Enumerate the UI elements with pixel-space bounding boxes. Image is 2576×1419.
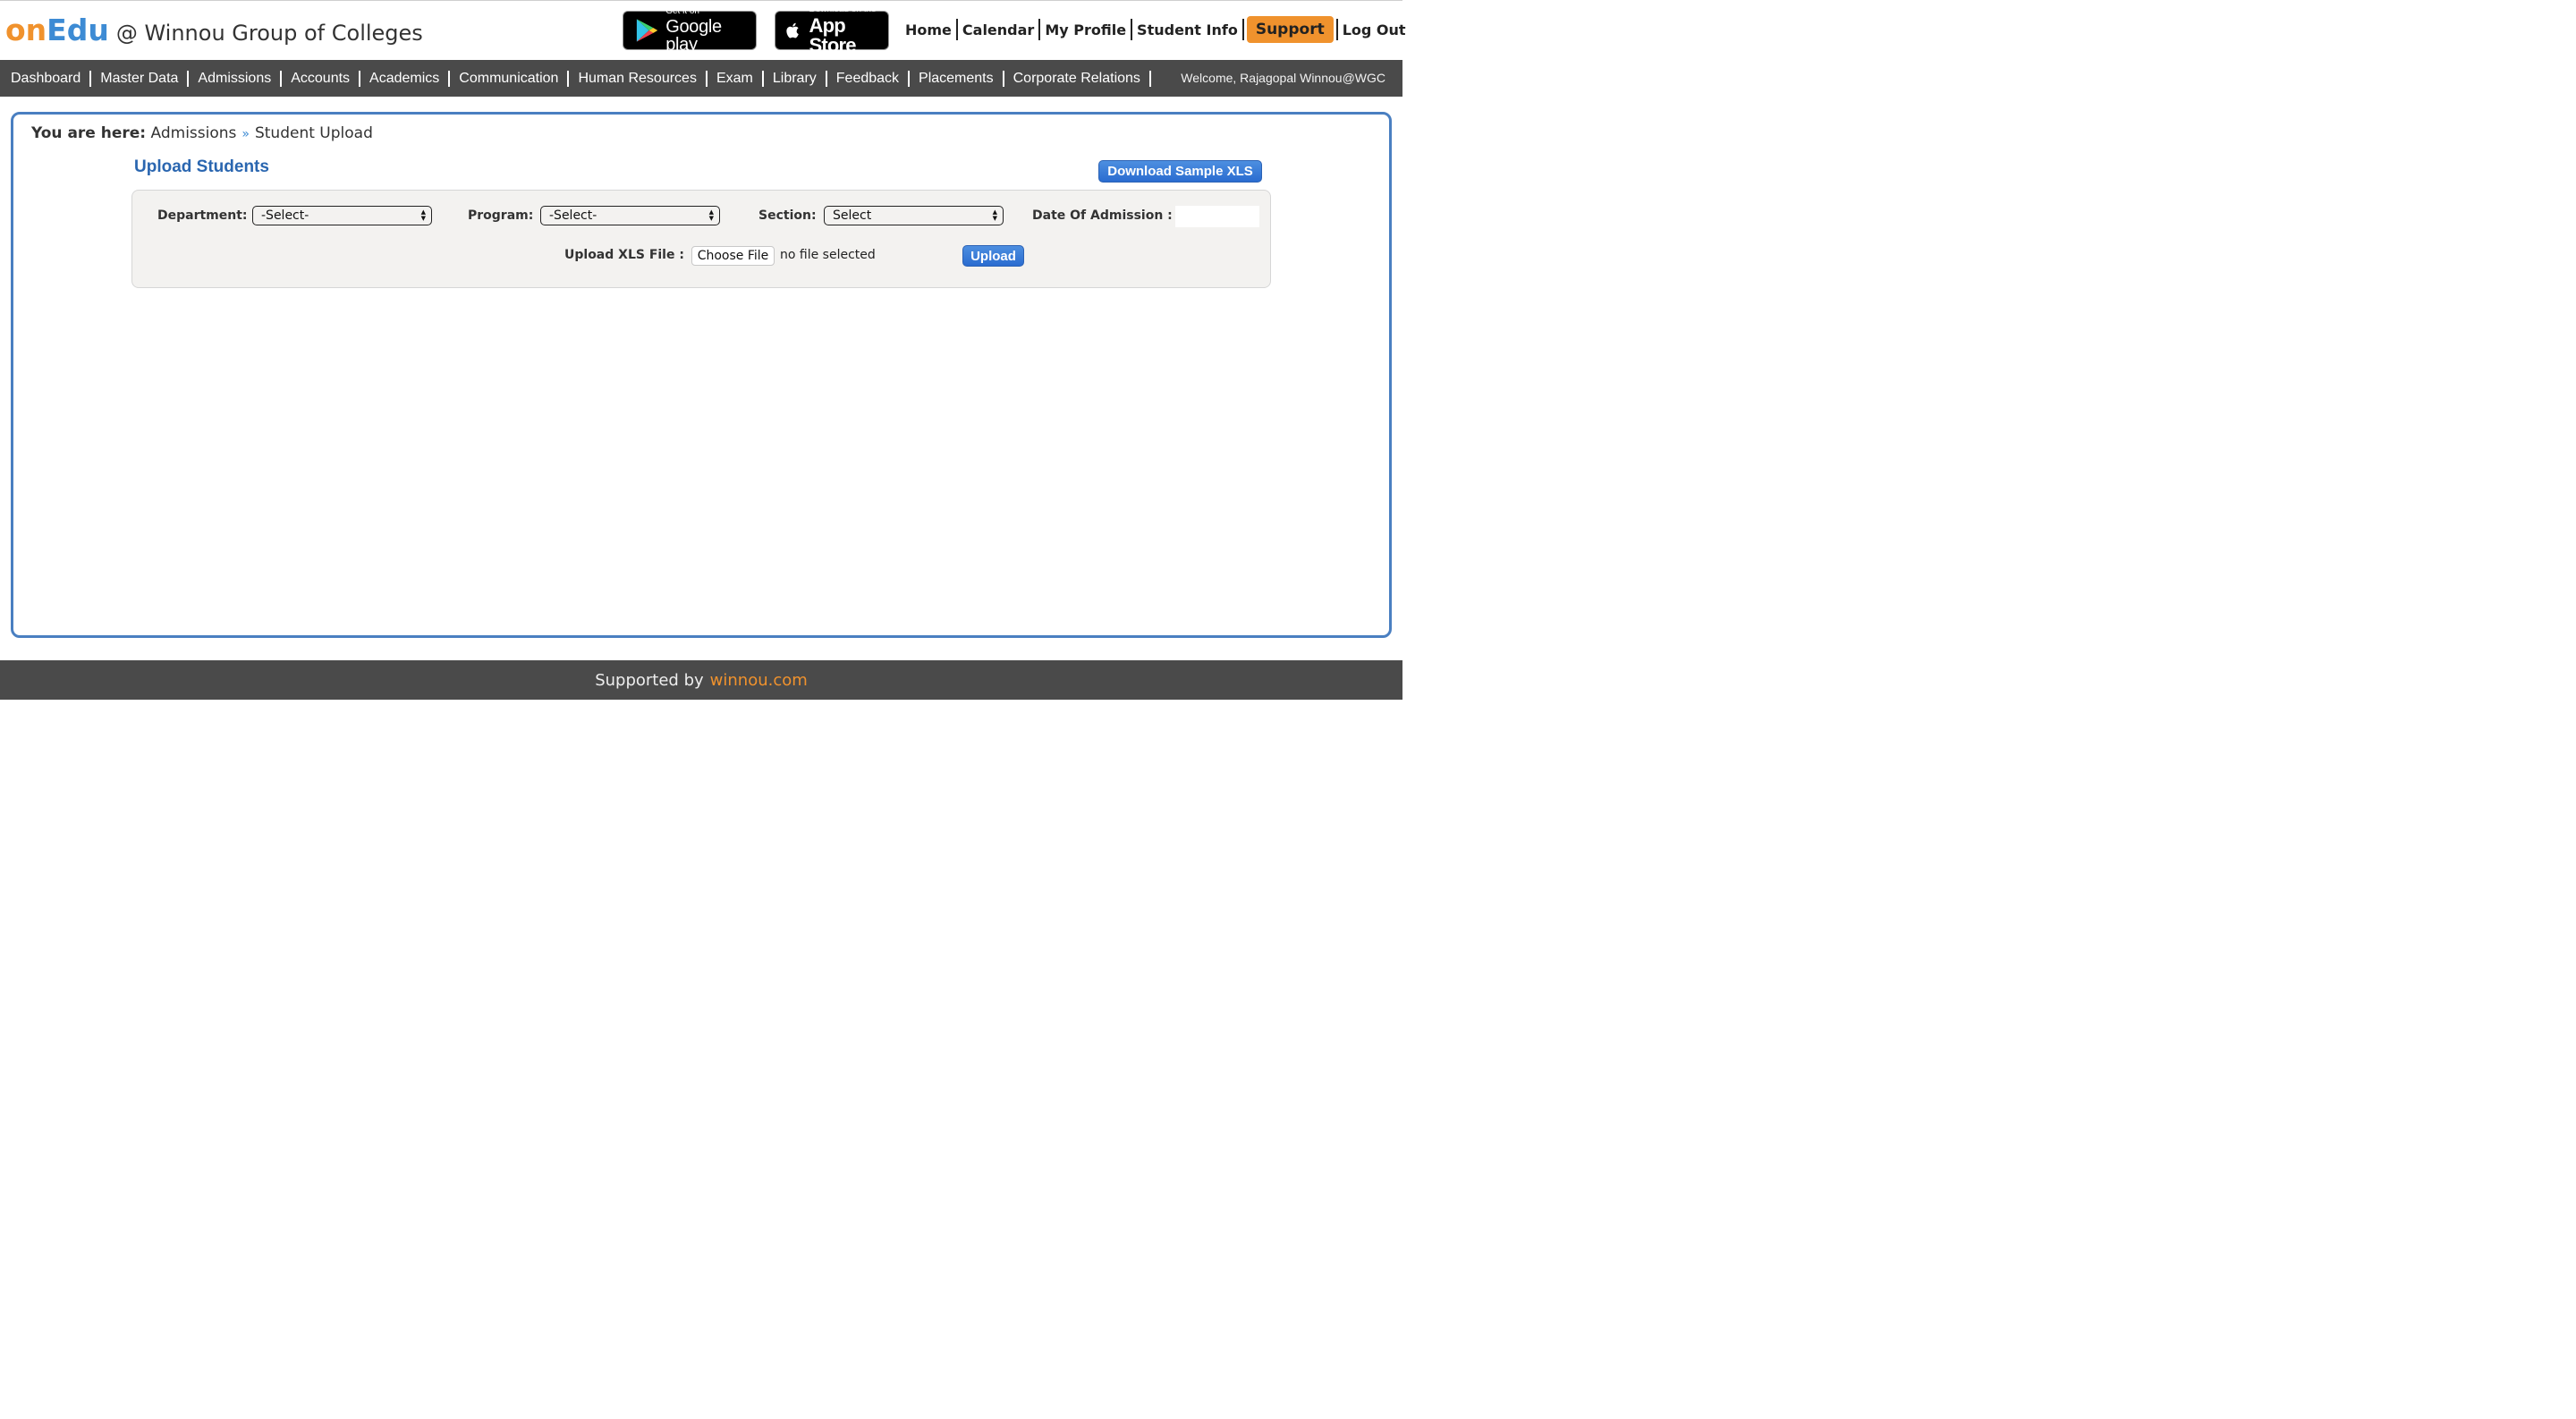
top-header: onEdu @ Winnou Group of Colleges Get it o… — [0, 1, 1406, 60]
nav-exam[interactable]: Exam — [708, 71, 762, 87]
google-play-badge[interactable]: Get it on Google play — [623, 7, 757, 54]
google-play-big-text: Google play — [665, 17, 722, 55]
breadcrumb-separator-icon: » — [242, 127, 250, 141]
nav-corporate-relations[interactable]: Corporate Relations — [1004, 71, 1149, 87]
select-arrows-icon: ▲ ▼ — [992, 208, 997, 222]
app-store-badge[interactable]: Download on the App Store — [775, 5, 889, 55]
welcome-text: Welcome, Rajagopal Winnou@WGC — [1181, 71, 1385, 85]
footer-text: Supported by — [595, 670, 704, 690]
student-info-link[interactable]: Student Info — [1133, 21, 1241, 38]
nav-master-data[interactable]: Master Data — [91, 71, 187, 87]
breadcrumb-current: Student Upload — [254, 124, 373, 142]
top-links: Home Calendar My Profile Student Info Su… — [902, 15, 1410, 44]
breadcrumb-label: You are here: — [31, 124, 147, 142]
divider — [1038, 19, 1041, 40]
nav-accounts[interactable]: Accounts — [282, 71, 359, 87]
department-value: -Select- — [261, 208, 309, 223]
select-arrows-icon: ▲ ▼ — [708, 208, 714, 222]
page-title: Upload Students — [134, 157, 269, 176]
nav-admissions[interactable]: Admissions — [189, 71, 280, 87]
calendar-link[interactable]: Calendar — [959, 21, 1038, 38]
my-profile-link[interactable]: My Profile — [1041, 21, 1130, 38]
brand[interactable]: onEdu @ Winnou Group of Colleges — [5, 13, 423, 47]
divider — [1148, 70, 1151, 87]
section-label: Section: — [758, 208, 817, 223]
program-value: -Select- — [549, 208, 597, 223]
download-sample-xls-button[interactable]: Download Sample XLS — [1098, 160, 1262, 183]
google-play-small-text: Get it on — [665, 6, 699, 16]
app-store-big-text: App Store — [809, 14, 857, 56]
log-out-link[interactable]: Log Out — [1339, 21, 1410, 38]
college-name: @ Winnou Group of Colleges — [115, 21, 423, 46]
main-nav: Dashboard Master Data Admissions Account… — [0, 60, 1402, 97]
program-select[interactable]: -Select- ▲ ▼ — [540, 206, 720, 225]
logo-edu-text: Edu — [47, 13, 109, 47]
divider — [955, 19, 958, 40]
divider — [1335, 19, 1338, 40]
date-of-admission-input[interactable] — [1175, 206, 1259, 227]
nav-feedback[interactable]: Feedback — [827, 71, 908, 87]
no-file-selected-text: no file selected — [780, 248, 876, 262]
home-link[interactable]: Home — [902, 21, 955, 38]
app-store-small-text: Download on the — [809, 4, 877, 14]
footer: Supported by winnou.com — [0, 660, 1402, 700]
logo-on-text: on — [5, 13, 47, 47]
program-label: Program: — [468, 208, 534, 223]
nav-human-resources[interactable]: Human Resources — [569, 71, 706, 87]
section-select[interactable]: Select ▲ ▼ — [824, 206, 1004, 225]
content-panel: You are here: Admissions» Student Upload … — [11, 112, 1392, 638]
footer-winnou-link[interactable]: winnou.com — [710, 671, 808, 690]
google-play-icon — [636, 19, 658, 42]
section-value: Select — [833, 208, 872, 223]
breadcrumb-admissions[interactable]: Admissions — [151, 124, 237, 142]
upload-form: Department: -Select- ▲ ▼ Program: -Select… — [131, 190, 1271, 288]
nav-communication[interactable]: Communication — [450, 71, 567, 87]
breadcrumb: You are here: Admissions » Student Upload — [31, 124, 373, 142]
department-select[interactable]: -Select- ▲ ▼ — [252, 206, 432, 225]
date-of-admission-label: Date Of Admission : — [1032, 208, 1173, 223]
upload-xls-file-label: Upload XLS File : — [564, 248, 684, 262]
apple-icon — [786, 22, 799, 38]
nav-academics[interactable]: Academics — [360, 71, 448, 87]
nav-library[interactable]: Library — [764, 71, 826, 87]
department-label: Department: — [157, 208, 248, 223]
nav-placements[interactable]: Placements — [910, 71, 1003, 87]
divider — [1241, 19, 1244, 40]
support-button[interactable]: Support — [1246, 16, 1334, 43]
select-arrows-icon: ▲ ▼ — [420, 208, 426, 222]
upload-button[interactable]: Upload — [962, 245, 1024, 267]
nav-dashboard[interactable]: Dashboard — [2, 71, 89, 87]
choose-file-button[interactable]: Choose File — [691, 246, 775, 266]
divider — [1131, 19, 1133, 40]
